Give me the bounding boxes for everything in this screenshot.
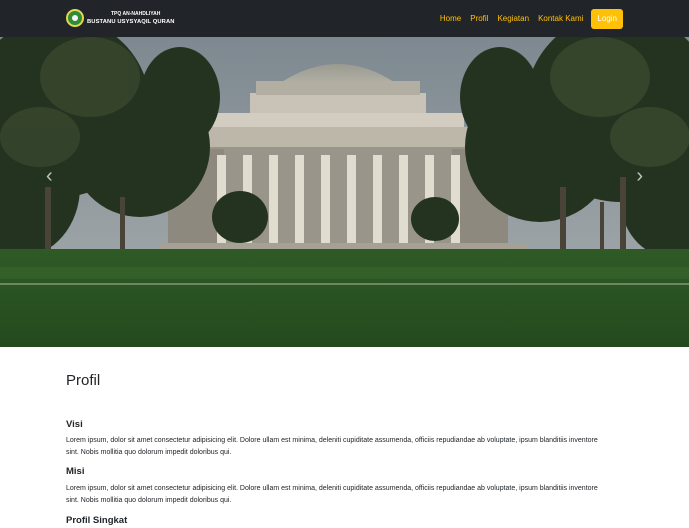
- nav-link-home[interactable]: Home: [440, 14, 461, 23]
- nav-link-kontak-kami[interactable]: Kontak Kami: [538, 14, 583, 23]
- campus-dome-image: [0, 37, 689, 347]
- visi-heading: Visi: [66, 419, 83, 430]
- brand-subtitle: TPQ AN-NAHDLIYAH: [111, 11, 161, 17]
- navbar: TPQ AN-NAHDLIYAH BUSTANU USYSYAQIL QURAN…: [0, 0, 689, 37]
- nav-link-profil[interactable]: Profil: [470, 14, 488, 23]
- brand[interactable]: TPQ AN-NAHDLIYAH BUSTANU USYSYAQIL QURAN: [66, 9, 175, 27]
- carousel-next-icon[interactable]: ›: [636, 165, 643, 188]
- login-button[interactable]: Login: [591, 8, 623, 29]
- hero-carousel: ‹ ›: [0, 37, 689, 347]
- visi-text: Lorem ipsum, dolor sit amet consectetur …: [66, 437, 598, 456]
- page-title: Profil: [66, 372, 101, 389]
- profil-singkat-heading: Profil Singkat: [66, 515, 128, 526]
- brand-text: TPQ AN-NAHDLIYAH BUSTANU USYSYAQIL QURAN: [87, 10, 175, 26]
- nav-menu: Home Profil Kegiatan Kontak Kami Login: [431, 0, 623, 37]
- nav-link-kegiatan[interactable]: Kegiatan: [497, 14, 529, 23]
- misi-heading: Misi: [66, 466, 85, 477]
- school-logo-icon: [66, 9, 84, 27]
- misi-text: Lorem ipsum, dolor sit amet consectetur …: [66, 485, 598, 504]
- carousel-prev-icon[interactable]: ‹: [46, 165, 53, 188]
- brand-title: BUSTANU USYSYAQIL QURAN: [87, 19, 175, 25]
